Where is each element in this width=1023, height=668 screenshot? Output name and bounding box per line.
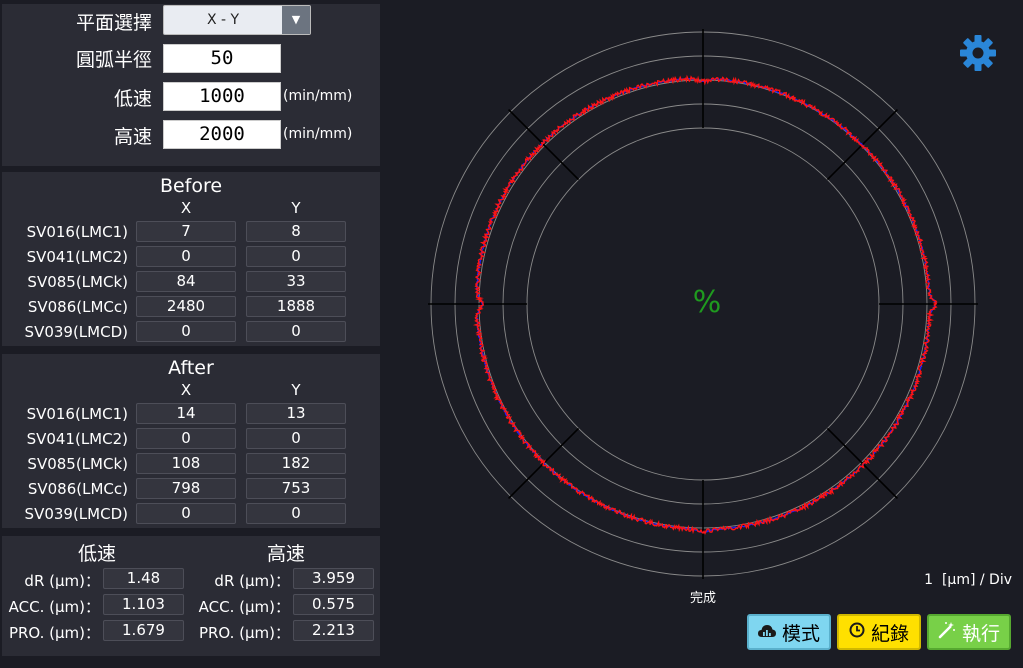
status-text: 完成 [689,591,716,606]
before-sv086-y: 1888 [246,296,346,317]
after-title: After [168,357,214,379]
radius-input[interactable]: 50 [163,44,281,73]
before-sv016-y: 8 [246,221,346,242]
before-sv086-x: 2480 [136,296,236,317]
after-sv085-y: 182 [246,453,346,474]
axis-tick [826,143,864,181]
gear-icon[interactable] [958,33,998,73]
scale-text: 1 [µm] / Div [924,572,1012,588]
axis-tick [542,143,580,181]
low-pro-value: 1.679 [103,620,184,641]
high-dr-label: dR (µm)： [214,572,290,590]
after-sv086-x: 798 [136,478,236,499]
clock-icon [849,621,865,643]
center-percent-text: % [692,285,722,320]
before-sv039-x: 0 [136,321,236,342]
after-row-label: SV041(LMC2) [26,430,128,448]
low-speed-unit: (min/mm) [283,88,353,104]
high-speed-result-title: 高速 [266,543,305,565]
before-row-label: SV016(LMC1) [26,223,128,241]
mode-button[interactable]: 模式 [747,614,831,650]
high-speed-input[interactable]: 2000 [163,120,281,149]
after-row-label: SV086(LMCc) [27,480,128,498]
magic-wand-icon [938,621,956,644]
after-row-label: SV039(LMCD) [24,505,128,523]
radius-label: 圓弧半徑 [75,49,152,71]
after-sv016-x: 14 [136,403,236,424]
before-sv039-y: 0 [246,321,346,342]
low-dr-label: dR (µm)： [24,572,100,590]
axis-tick [507,463,544,500]
after-row-label: SV016(LMC1) [26,405,128,423]
chevron-down-icon[interactable]: ▼ [282,6,310,34]
axis-tick [862,463,899,500]
execute-button[interactable]: 執行 [927,614,1011,650]
high-acc-value: 0.575 [293,594,374,615]
high-speed-unit: (min/mm) [283,126,353,142]
low-dr-value: 1.48 [103,568,184,589]
after-sv041-y: 0 [246,428,346,449]
high-acc-label: ACC. (µm)： [198,598,290,616]
high-pro-value: 2.213 [293,620,374,641]
after-sv085-x: 108 [136,453,236,474]
axis-tick [542,427,580,465]
before-row-label: SV039(LMCD) [24,323,128,341]
after-sv039-x: 0 [136,503,236,524]
axis-tick [507,108,544,145]
low-pro-label: PRO. (µm)： [8,624,100,642]
before-sv016-x: 7 [136,221,236,242]
after-sv039-y: 0 [246,503,346,524]
after-sv086-y: 753 [246,478,346,499]
mode-button-label: 模式 [781,622,820,645]
after-row-label: SV085(LMCk) [27,455,128,473]
before-row-label: SV041(LMC2) [26,248,128,266]
high-dr-value: 3.959 [293,568,374,589]
axis-tick [826,427,864,465]
before-title: Before [159,175,223,197]
before-sv085-x: 84 [136,271,236,292]
low-speed-result-title: 低速 [77,543,116,565]
execute-button-label: 執行 [961,622,1000,645]
low-acc-value: 1.103 [103,594,184,615]
before-sv041-x: 0 [136,246,236,267]
record-button-label: 紀錄 [870,622,909,645]
plane-select-value: X - Y [206,12,240,28]
after-sv016-y: 13 [246,403,346,424]
low-speed-label: 低速 [113,88,152,110]
axis-tick [862,108,899,145]
circle-test-plot [428,29,978,579]
high-pro-label: PRO. (µm)： [198,624,290,642]
plane-select-label: 平面選擇 [75,12,152,34]
after-col-x: X [180,381,192,399]
low-acc-label: ACC. (µm)： [8,598,100,616]
record-button[interactable]: 紀錄 [837,614,921,650]
before-row-label: SV085(LMCk) [27,273,128,291]
plane-select[interactable]: X - Y ▼ [163,5,311,35]
before-sv041-y: 0 [246,246,346,267]
after-sv041-x: 0 [136,428,236,449]
before-col-y: Y [291,199,301,217]
before-col-x: X [180,199,192,217]
before-sv085-y: 33 [246,271,346,292]
high-speed-label: 高速 [113,126,152,148]
after-col-y: Y [291,381,301,399]
cloud-chart-icon [757,621,776,643]
low-speed-input[interactable]: 1000 [163,82,281,111]
before-row-label: SV086(LMCc) [27,298,128,316]
